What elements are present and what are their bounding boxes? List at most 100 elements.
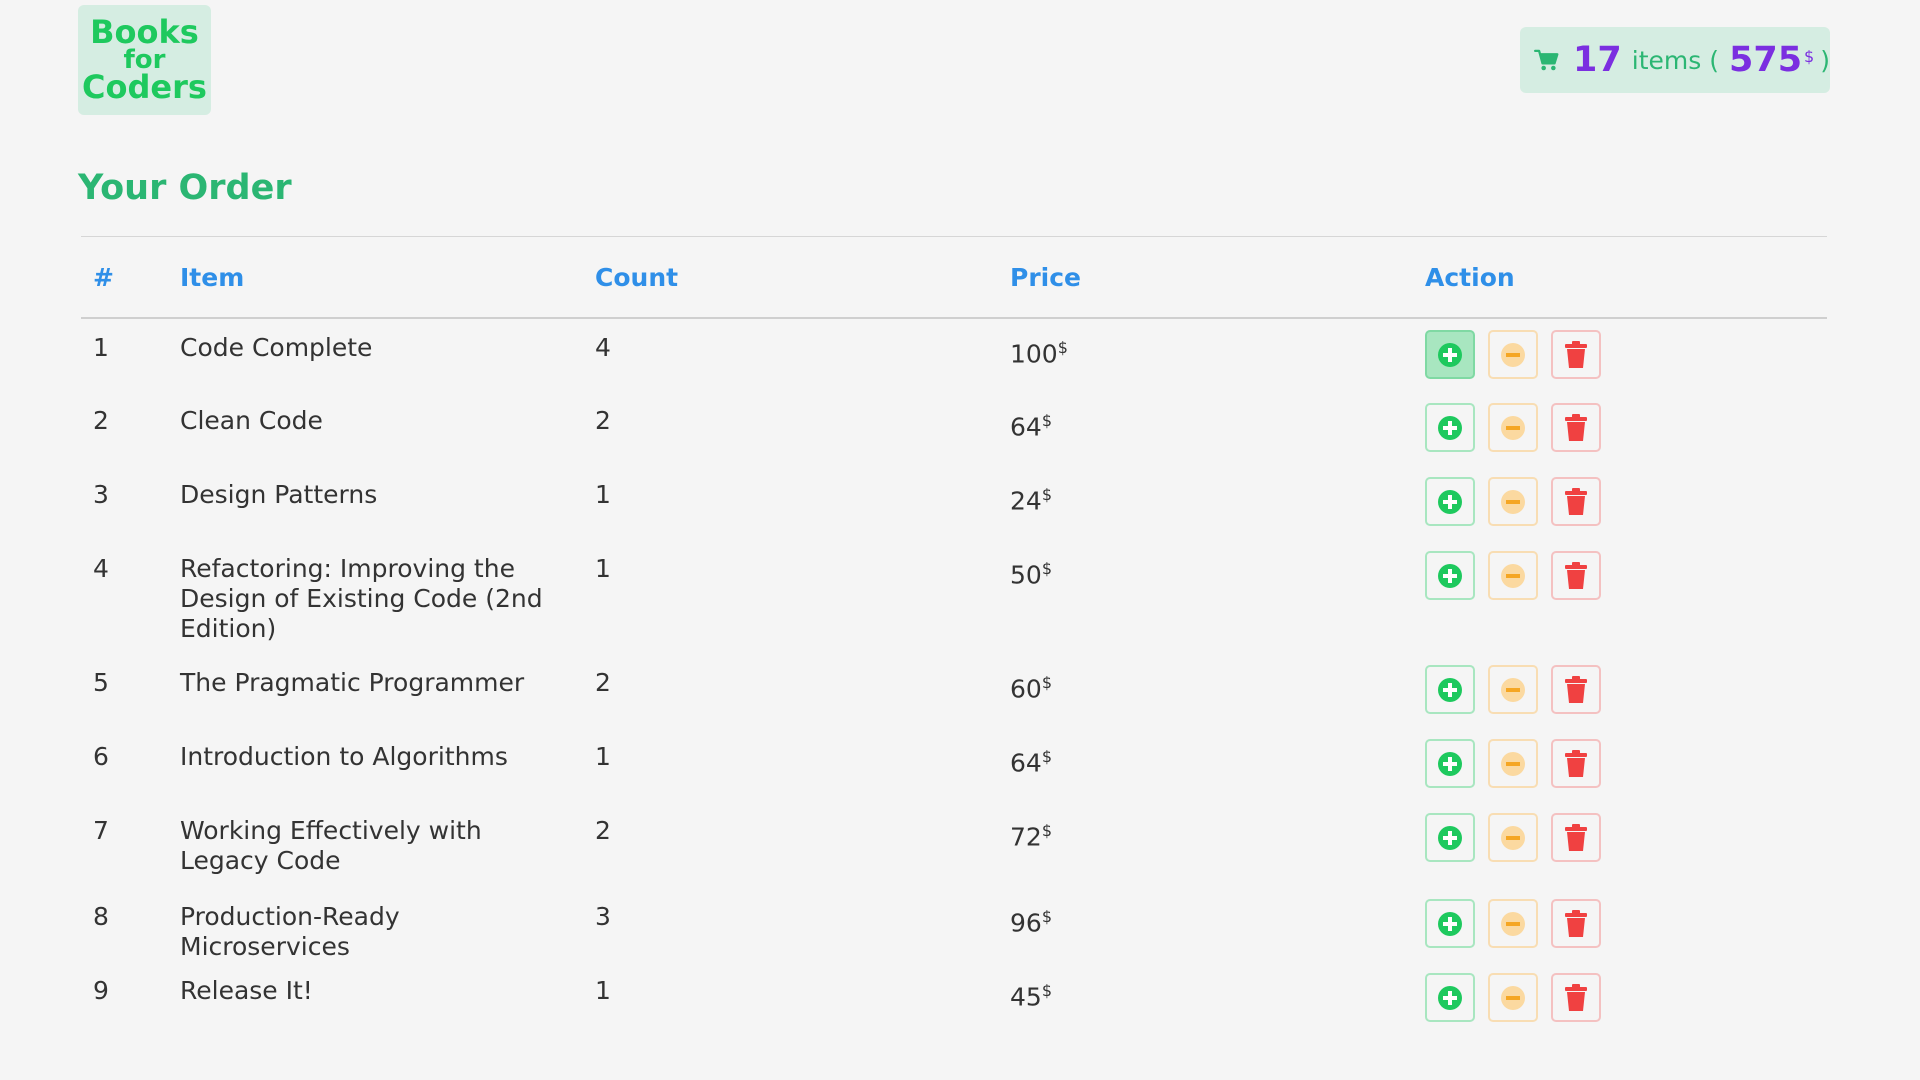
page: Books for Coders 17 items ( 575 $ ) Your… (0, 0, 1920, 1080)
page-title: Your Order (78, 168, 292, 208)
row-count: 1 (595, 554, 611, 583)
decrease-count-button[interactable] (1488, 899, 1538, 948)
remove-item-button[interactable] (1551, 973, 1601, 1022)
plus-circle-icon (1437, 985, 1463, 1011)
row-price-currency: $ (1057, 338, 1068, 357)
increase-count-button[interactable] (1425, 665, 1475, 714)
row-price-value: 50 (1010, 560, 1042, 590)
row-price-value: 100 (1010, 339, 1058, 369)
row-price-value: 64 (1010, 748, 1042, 778)
brand-logo[interactable]: Books for Coders (78, 5, 211, 115)
row-price-currency: $ (1041, 747, 1052, 766)
increase-count-button[interactable] (1425, 899, 1475, 948)
row-item-title: Refactoring: Improving the Design of Exi… (180, 554, 543, 643)
remove-item-button[interactable] (1551, 403, 1601, 452)
increase-count-button[interactable] (1425, 551, 1475, 600)
row-price: 45$ (998, 962, 1413, 1036)
trash-icon (1564, 413, 1588, 442)
row-count: 3 (595, 902, 611, 931)
row-count: 2 (595, 816, 611, 845)
minus-circle-icon (1500, 751, 1526, 777)
header-num: # (81, 236, 168, 319)
increase-count-button[interactable] (1425, 403, 1475, 452)
trash-icon (1564, 909, 1588, 938)
plus-circle-icon (1437, 489, 1463, 515)
minus-circle-icon (1500, 415, 1526, 441)
trash-icon (1564, 749, 1588, 778)
row-price: 64$ (998, 728, 1413, 802)
decrease-count-button[interactable] (1488, 403, 1538, 452)
row-price: 24$ (998, 466, 1413, 540)
table-row: 4 Refactoring: Improving the Design of Ex… (81, 540, 1827, 654)
shopping-cart-icon (1534, 49, 1559, 71)
trash-icon (1564, 340, 1588, 369)
row-item-title: Code Complete (180, 333, 373, 362)
trash-icon (1564, 561, 1588, 590)
decrease-count-button[interactable] (1488, 551, 1538, 600)
cart-total: 575 (1728, 40, 1803, 80)
plus-circle-icon (1437, 415, 1463, 441)
header-item: Item (168, 236, 583, 319)
row-num: 6 (93, 742, 109, 771)
increase-count-button[interactable] (1425, 477, 1475, 526)
decrease-count-button[interactable] (1488, 477, 1538, 526)
decrease-count-button[interactable] (1488, 330, 1538, 379)
order-table: # Item Count Price Action 1 Code Complete… (81, 236, 1827, 1036)
row-count: 1 (595, 976, 611, 1005)
row-num: 1 (93, 333, 109, 362)
row-price-currency: $ (1041, 559, 1052, 578)
row-actions (1413, 728, 1827, 802)
table-row: 1 Code Complete 4 100$ (81, 318, 1827, 392)
plus-circle-icon (1437, 751, 1463, 777)
remove-item-button[interactable] (1551, 551, 1601, 600)
row-price-currency: $ (1041, 673, 1052, 692)
remove-item-button[interactable] (1551, 330, 1601, 379)
row-num: 8 (93, 902, 109, 931)
decrease-count-button[interactable] (1488, 739, 1538, 788)
cart-currency: $ (1804, 46, 1815, 66)
plus-circle-icon (1437, 677, 1463, 703)
remove-item-button[interactable] (1551, 477, 1601, 526)
minus-circle-icon (1500, 342, 1526, 368)
trash-icon (1564, 983, 1588, 1012)
row-price: 96$ (998, 888, 1413, 962)
minus-circle-icon (1500, 985, 1526, 1011)
row-price-currency: $ (1041, 907, 1052, 926)
cart-item-count: 17 (1573, 40, 1622, 80)
cart-close-paren: ) (1820, 45, 1830, 75)
row-actions (1413, 540, 1827, 654)
header-action: Action (1413, 236, 1827, 319)
table-row: 9 Release It! 1 45$ (81, 962, 1827, 1036)
row-actions (1413, 392, 1827, 466)
row-price-currency: $ (1041, 485, 1052, 504)
row-count: 1 (595, 480, 611, 509)
table-header-row: # Item Count Price Action (81, 236, 1827, 319)
minus-circle-icon (1500, 825, 1526, 851)
remove-item-button[interactable] (1551, 665, 1601, 714)
increase-count-button[interactable] (1425, 813, 1475, 862)
increase-count-button[interactable] (1425, 973, 1475, 1022)
remove-item-button[interactable] (1551, 813, 1601, 862)
plus-circle-icon (1437, 825, 1463, 851)
increase-count-button[interactable] (1425, 739, 1475, 788)
row-price-value: 64 (1010, 412, 1042, 442)
decrease-count-button[interactable] (1488, 973, 1538, 1022)
table-row: 5 The Pragmatic Programmer 2 60$ (81, 654, 1827, 728)
trash-icon (1564, 823, 1588, 852)
cart-items-label: items ( (1631, 45, 1719, 75)
row-item-title: Release It! (180, 976, 313, 1005)
row-price-value: 45 (1010, 982, 1042, 1012)
decrease-count-button[interactable] (1488, 665, 1538, 714)
remove-item-button[interactable] (1551, 899, 1601, 948)
brand-line-3: Coders (82, 68, 207, 107)
trash-icon (1564, 487, 1588, 516)
decrease-count-button[interactable] (1488, 813, 1538, 862)
row-price-value: 24 (1010, 486, 1042, 516)
remove-item-button[interactable] (1551, 739, 1601, 788)
row-price: 72$ (998, 802, 1413, 888)
increase-count-button[interactable] (1425, 330, 1475, 379)
row-price-value: 96 (1010, 908, 1042, 938)
cart-summary[interactable]: 17 items ( 575 $ ) (1520, 27, 1830, 93)
row-item-title: Clean Code (180, 406, 323, 435)
row-count: 2 (595, 668, 611, 697)
